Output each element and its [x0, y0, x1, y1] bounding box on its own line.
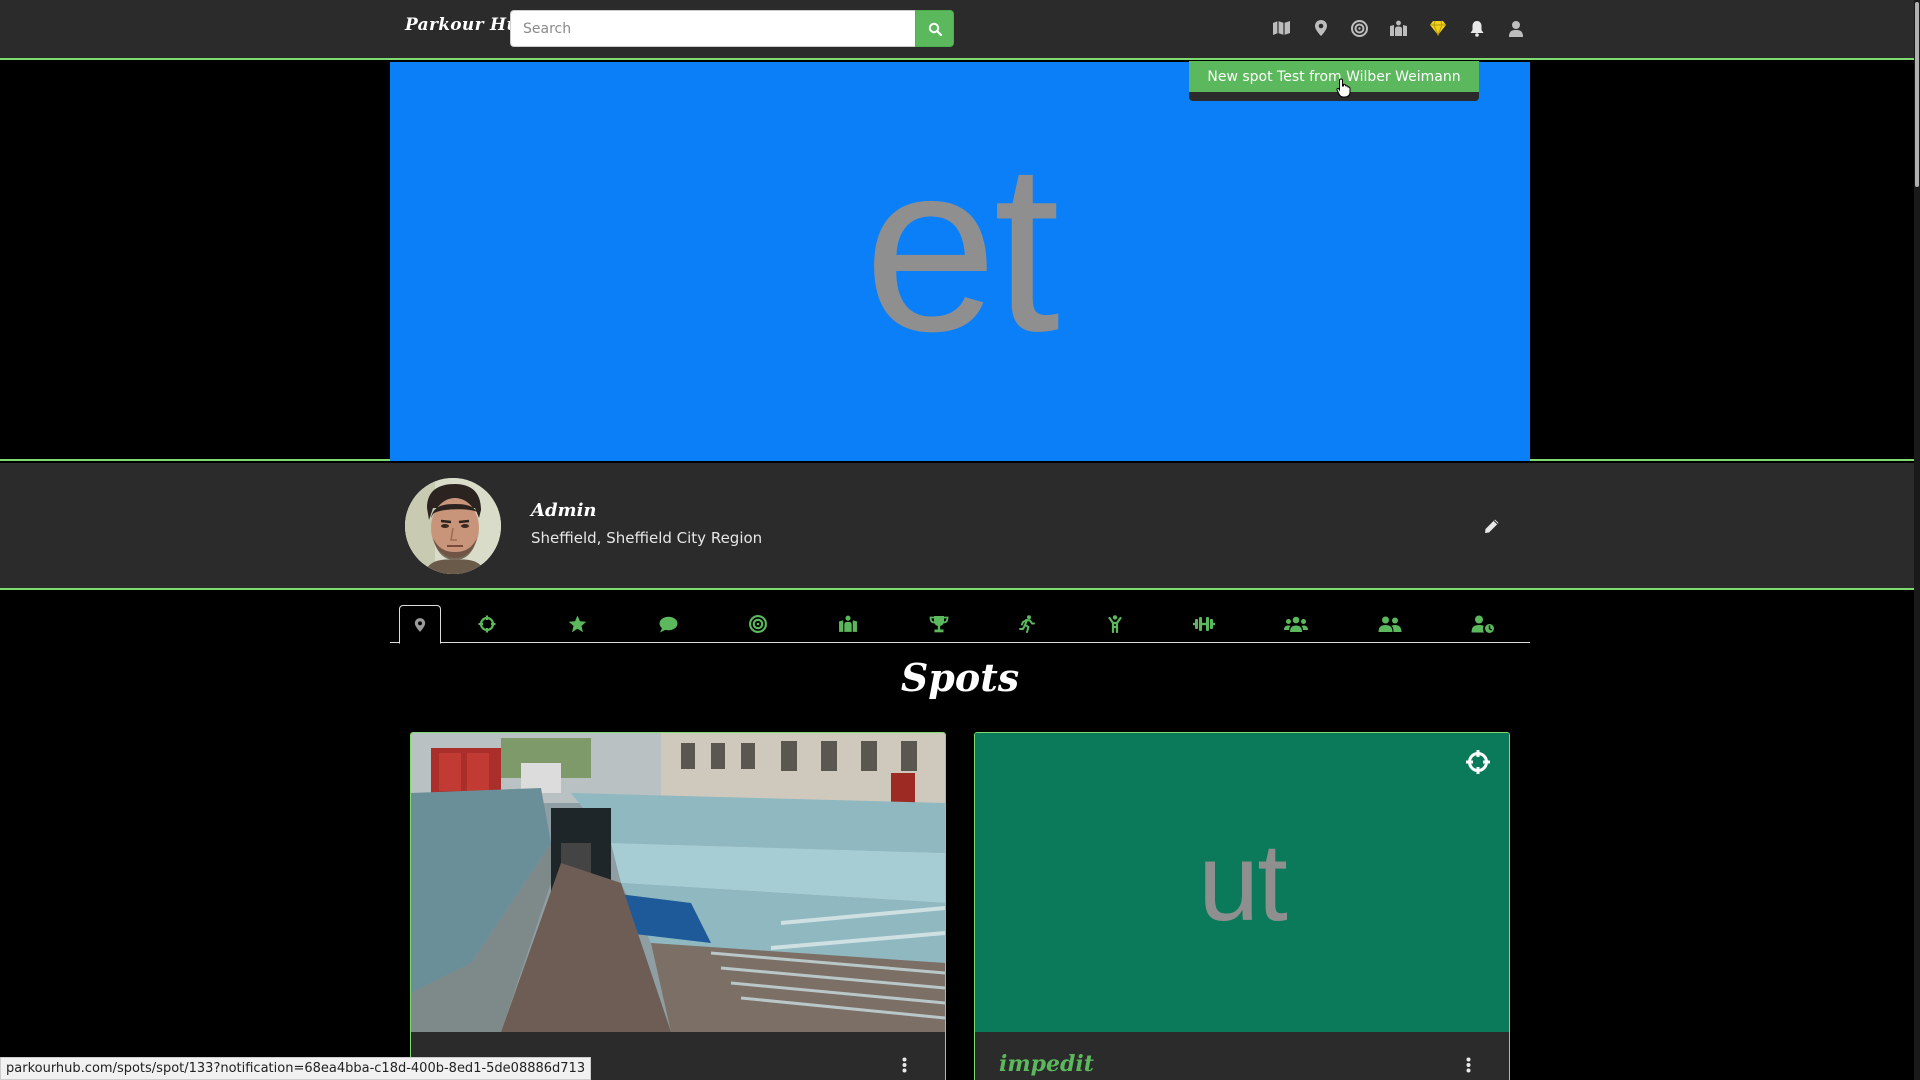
add-to-hitlist-button[interactable]	[1465, 749, 1491, 779]
map-person-icon	[1390, 20, 1407, 36]
cover-banner: et	[390, 62, 1530, 461]
tab-following[interactable]	[1343, 605, 1436, 643]
search-input[interactable]	[510, 10, 915, 47]
profile-tabs	[390, 605, 1530, 644]
dumbbell-icon	[1193, 617, 1215, 631]
crosshairs-icon	[478, 615, 495, 633]
tab-guides[interactable]	[802, 605, 893, 643]
nav-icon-bar	[1262, 16, 1535, 40]
target-icon	[1351, 19, 1368, 37]
scrollbar-thumb[interactable]	[1915, 2, 1919, 187]
spot-card-placeholder-text: ut	[1198, 821, 1288, 944]
tab-hitlist[interactable]	[441, 605, 532, 643]
profile-name: Admin	[531, 500, 597, 521]
map-person-icon	[838, 615, 857, 632]
map-marker-icon	[414, 617, 426, 632]
comment-icon	[659, 616, 678, 632]
tab-followers[interactable]	[1248, 605, 1343, 643]
avatar-photo	[405, 478, 501, 574]
avatar[interactable]	[405, 478, 501, 574]
map-icon	[1273, 21, 1290, 35]
ellipsis-vertical-icon	[1466, 1057, 1471, 1073]
search-button[interactable]	[915, 10, 954, 47]
tab-moves[interactable]	[984, 605, 1070, 643]
search-form	[510, 10, 954, 47]
profile-location: Sheffield, Sheffield City Region	[531, 529, 763, 547]
notification-text[interactable]: New spot Test from Wilber Weimann	[1189, 61, 1479, 92]
search-icon	[928, 22, 942, 36]
spot-card-title[interactable]: impedit	[999, 1051, 1094, 1077]
spot-card-image[interactable]: ut	[975, 733, 1509, 1032]
spot-card-menu-button[interactable]	[1466, 1057, 1471, 1077]
edit-profile-button[interactable]	[1484, 518, 1500, 538]
tab-exercises[interactable]	[1160, 605, 1248, 643]
profile-header: Admin Sheffield, Sheffield City Region	[0, 463, 1920, 590]
tab-spots[interactable]	[399, 605, 441, 644]
spot-card[interactable]: ut impedit	[974, 732, 1510, 1080]
nav-spots-button[interactable]	[1301, 16, 1340, 40]
tab-equipment[interactable]	[1070, 605, 1160, 643]
nav-challenges-button[interactable]	[1340, 16, 1379, 40]
nav-map-button[interactable]	[1262, 16, 1301, 40]
users-icon	[1283, 616, 1308, 632]
spot-card-menu-button[interactable]	[902, 1057, 907, 1077]
spot-card-image[interactable]	[411, 733, 945, 1032]
pencil-icon	[1485, 519, 1499, 533]
gem-icon	[1429, 20, 1446, 36]
tab-comments[interactable]	[623, 605, 714, 643]
user-clock-icon	[1471, 615, 1494, 633]
target-icon	[749, 615, 767, 633]
user-icon	[1508, 20, 1523, 37]
tab-achievements[interactable]	[893, 605, 984, 643]
underpass-photo	[411, 733, 945, 1032]
nav-guides-button[interactable]	[1379, 16, 1418, 40]
tab-challenges[interactable]	[714, 605, 802, 643]
link-status-bar: parkourhub.com/spots/spot/133?notificati…	[0, 1057, 592, 1080]
top-navbar: Parkour Hub	[0, 0, 1920, 60]
star-icon	[568, 615, 587, 633]
ellipsis-vertical-icon	[902, 1057, 907, 1073]
nav-notifications-button[interactable]	[1457, 16, 1496, 40]
crosshairs-icon	[1466, 750, 1490, 774]
spot-card[interactable]	[410, 732, 946, 1080]
map-marker-icon	[1314, 20, 1327, 36]
user-friends-icon	[1378, 616, 1401, 632]
banner-placeholder-text: et	[863, 112, 1060, 381]
child-icon	[1108, 615, 1122, 633]
notification-toast[interactable]: New spot Test from Wilber Weimann	[1189, 61, 1479, 101]
nav-premium-button[interactable]	[1418, 16, 1457, 40]
nav-profile-button[interactable]	[1496, 16, 1535, 40]
tab-follow-requests[interactable]	[1436, 605, 1530, 643]
tab-reviews[interactable]	[532, 605, 623, 643]
mouse-pointer-icon	[1336, 78, 1351, 98]
trophy-icon	[929, 616, 948, 633]
section-title: Spots	[900, 655, 1020, 700]
running-icon	[1019, 615, 1035, 633]
bell-icon	[1470, 20, 1483, 37]
